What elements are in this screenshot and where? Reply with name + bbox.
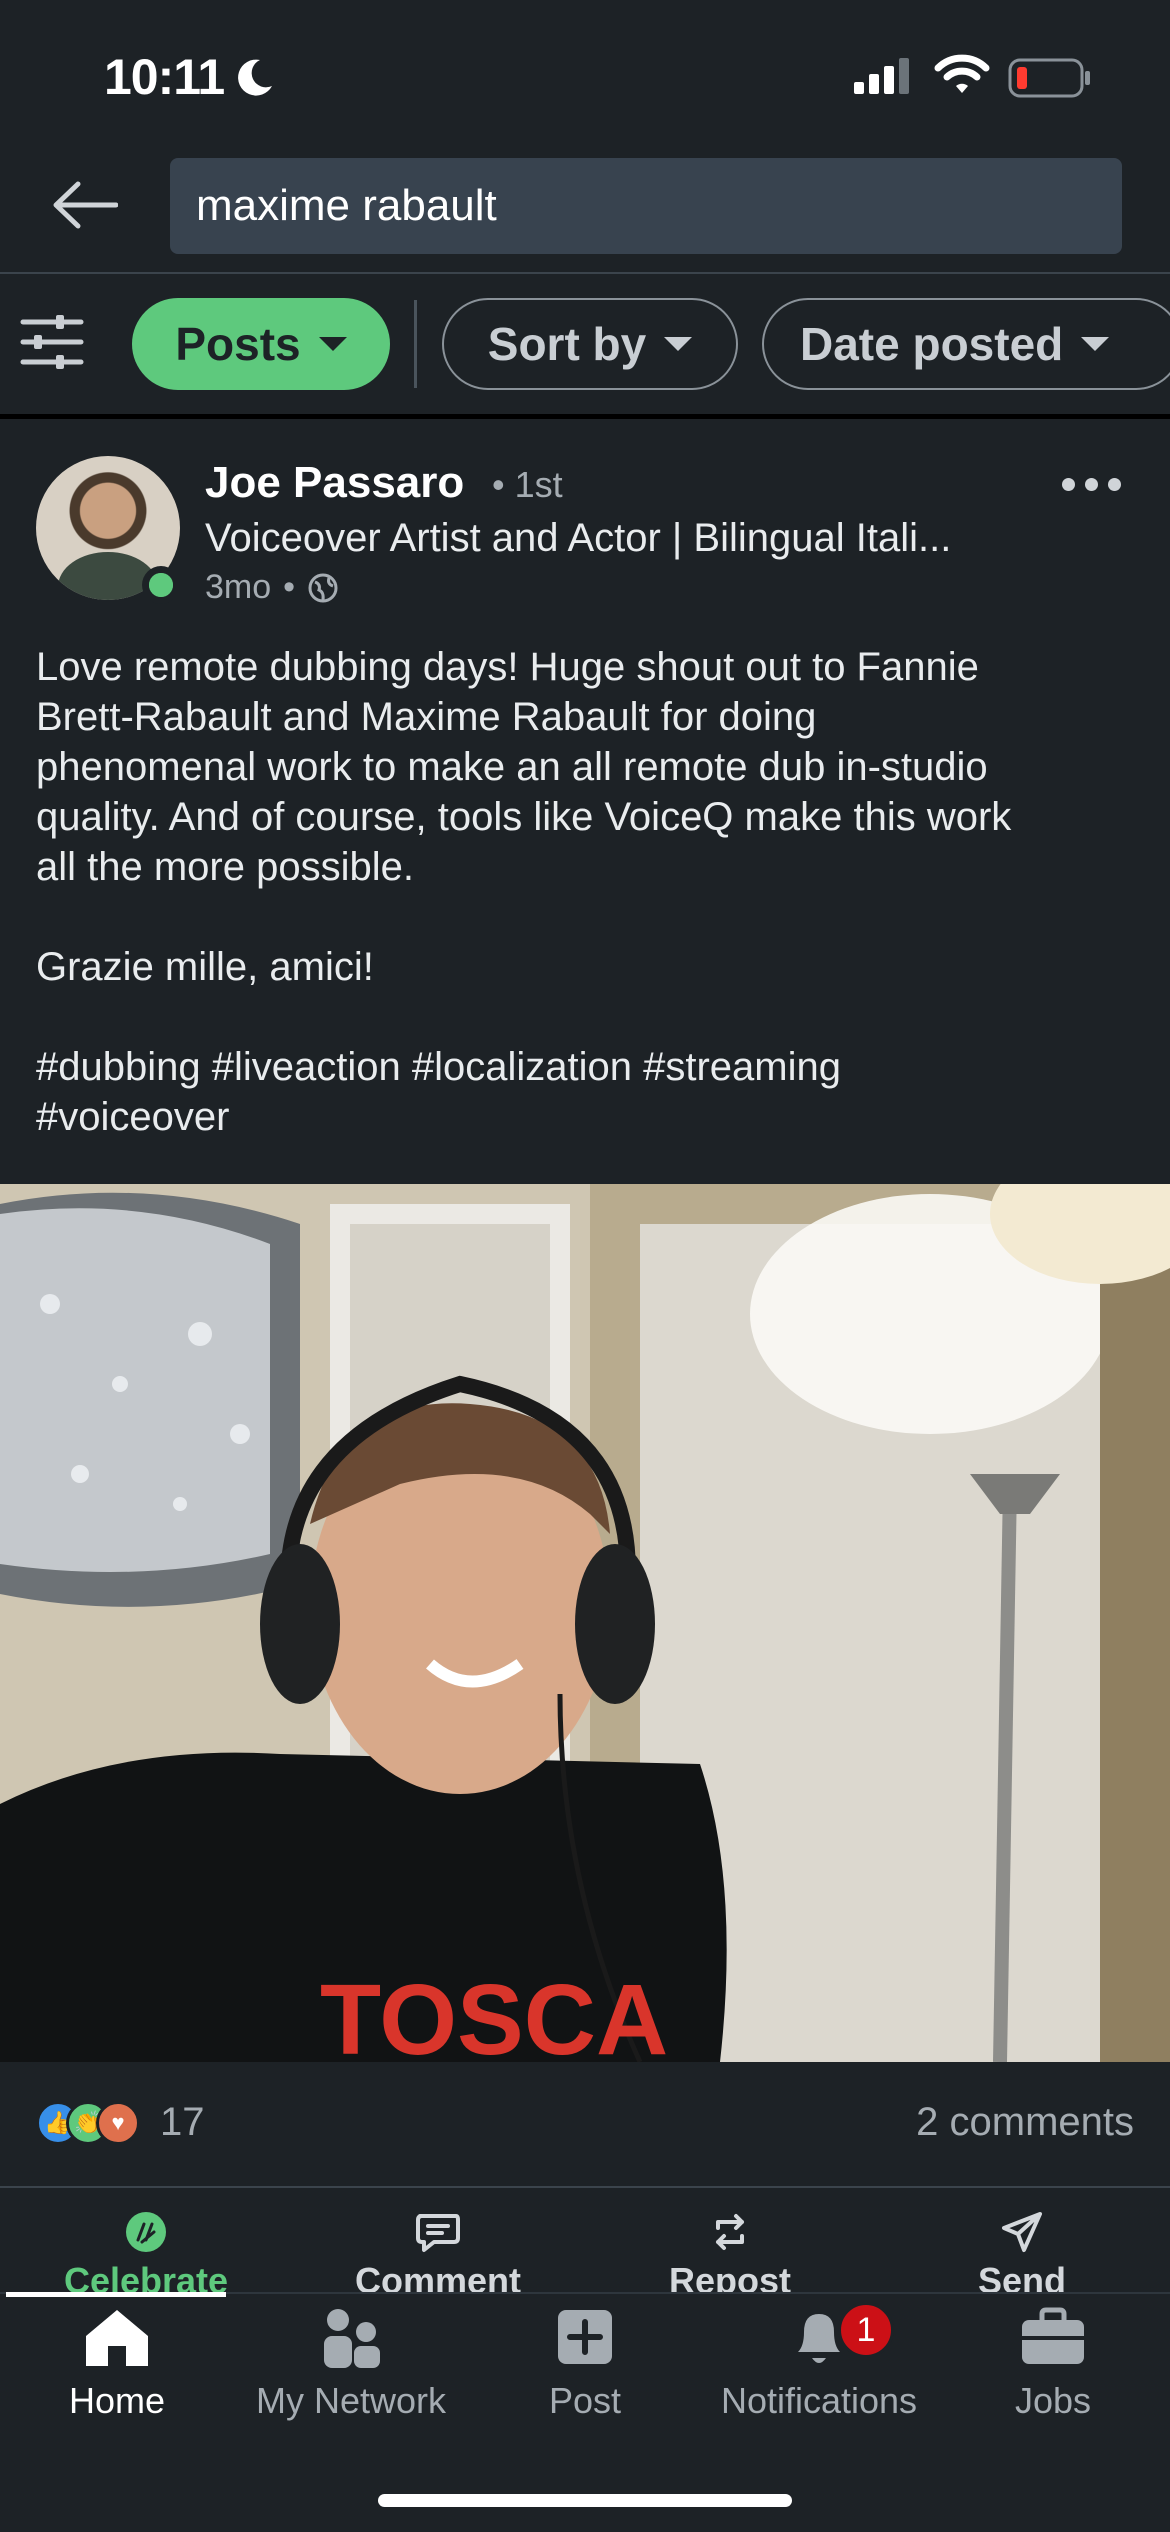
arrow-left-icon <box>53 181 118 229</box>
header-divider <box>0 272 1170 274</box>
nav-network-label: My Network <box>255 2380 447 2421</box>
globe-icon <box>308 573 338 602</box>
send-button[interactable]: Send <box>876 2210 1168 2302</box>
nav-home[interactable]: Home <box>0 2306 234 2422</box>
comments-count[interactable]: 2 comments <box>916 2100 1134 2145</box>
posts-filter-chip[interactable]: Posts <box>132 298 390 390</box>
chevron-down-icon <box>318 337 347 351</box>
posts-chip-label: Posts <box>175 318 301 370</box>
post-hashtags[interactable]: #dubbing #liveaction #localization #stre… <box>36 1042 1136 1092</box>
online-status-indicator <box>142 566 180 604</box>
home-indicator <box>378 2494 792 2507</box>
post-image[interactable]: TOSCA <box>0 1184 1170 2062</box>
people-icon <box>324 2309 380 2368</box>
notifications-badge: 1 <box>838 2302 894 2358</box>
sort-by-chip[interactable]: Sort by <box>442 298 738 390</box>
post-body-line: Love remote dubbing days! Huge shout out… <box>36 645 979 689</box>
plus-square-icon <box>558 2310 612 2364</box>
nav-post-label: Post <box>548 2380 622 2421</box>
briefcase-icon <box>1022 2307 1084 2364</box>
post-body-line: Brett-Rabault and Maxime Rabault for doi… <box>36 695 817 739</box>
filter-divider <box>0 414 1170 419</box>
nav-jobs-label: Jobs <box>1014 2380 1092 2421</box>
connection-degree: • 1st <box>492 464 563 505</box>
celebrate-button[interactable]: Celebrate <box>0 2210 292 2302</box>
reactions-summary[interactable]: 👍 👏 ♥ 17 <box>36 2100 205 2145</box>
filter-sliders-icon[interactable] <box>20 314 90 374</box>
post-age: 3mo <box>205 568 272 606</box>
post-meta: 3mo • <box>205 568 339 607</box>
back-button[interactable] <box>40 170 130 240</box>
comment-icon <box>416 2214 460 2252</box>
post-body-line: all the more possible. <box>36 845 414 889</box>
active-tab-underline <box>6 2292 226 2297</box>
nav-notifications[interactable]: Notifications <box>702 2306 936 2422</box>
post-body: Love remote dubbing days! Huge shout out… <box>36 642 1136 1142</box>
actions-divider <box>0 2186 1170 2188</box>
love-reaction-icon: ♥ <box>96 2100 140 2145</box>
post-thanks: Grazie mille, amici! <box>36 945 374 989</box>
chevron-down-icon <box>664 337 693 351</box>
nav-my-network[interactable]: My Network <box>234 2306 468 2422</box>
more-options-button[interactable] <box>1062 478 1121 491</box>
repost-button[interactable]: Repost <box>584 2210 876 2302</box>
nav-post[interactable]: Post <box>468 2306 702 2422</box>
battery-icon <box>1008 58 1092 103</box>
post-hashtags[interactable]: #voiceover <box>36 1092 1136 1142</box>
shirt-text: TOSCA <box>320 1964 668 2062</box>
home-icon <box>86 2310 148 2366</box>
reactions-count: 17 <box>160 2100 205 2144</box>
repost-icon <box>716 2214 744 2250</box>
send-icon <box>1002 2212 1042 2252</box>
filter-separator <box>414 300 417 388</box>
wifi-icon <box>934 54 990 101</box>
search-input[interactable]: maxime rabault <box>170 158 1122 254</box>
date-posted-chip[interactable]: Date posted <box>762 298 1170 390</box>
date-chip-label: Date posted <box>800 318 1064 370</box>
sort-chip-label: Sort by <box>487 318 647 370</box>
status-time: 10:11 <box>104 49 225 105</box>
post-body-line: phenomenal work to make an all remote du… <box>36 745 988 789</box>
post-body-line: quality. And of course, tools like Voice… <box>36 795 1012 839</box>
nav-notifications-label: Notifications <box>720 2380 918 2421</box>
nav-jobs[interactable]: Jobs <box>936 2306 1170 2422</box>
celebrate-icon <box>126 2212 166 2252</box>
nav-home-label: Home <box>68 2380 166 2421</box>
author-name[interactable]: Joe Passaro <box>205 458 464 508</box>
chevron-down-icon <box>1081 337 1110 351</box>
moon-icon <box>232 56 276 105</box>
author-headline: Voiceover Artist and Actor | Bilingual I… <box>205 516 952 560</box>
meta-separator: • <box>283 568 296 606</box>
cellular-signal-icon <box>854 58 914 99</box>
comment-button[interactable]: Comment <box>292 2210 584 2302</box>
